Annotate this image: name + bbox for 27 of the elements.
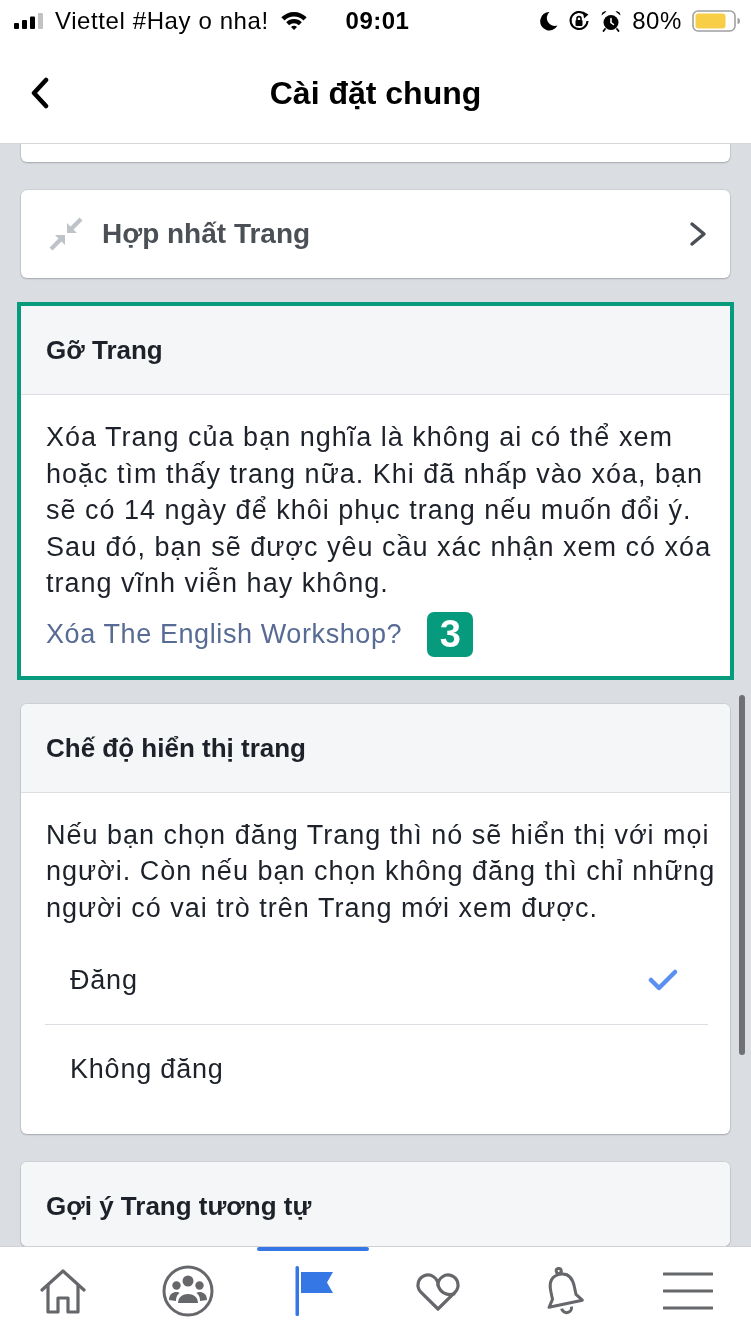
battery-icon xyxy=(692,10,741,32)
delete-page-link[interactable]: Xóa The English Workshop? xyxy=(46,616,403,652)
clock-time: 09:01 xyxy=(344,7,411,35)
signal-icon xyxy=(14,13,44,29)
group-icon xyxy=(161,1264,214,1317)
carrier-name: Viettel #Hay o nha! xyxy=(55,7,269,35)
moon-icon xyxy=(539,11,559,31)
option-row[interactable]: Không đăng xyxy=(45,1024,708,1112)
settings-row[interactable]: Hợp nhất Trang xyxy=(21,190,730,278)
flag-icon xyxy=(292,1265,333,1316)
battery-percentage: 80% xyxy=(632,7,682,35)
section-description: Xóa Trang của bạn nghĩa là không ai có thể xem hoặc tìm thấy trang nữa. Khi đã nhấp vào xóa, bạn sẽ có 14 ngày để khôi phục trang nếu muốn đổi ý. Sau đó, bạn sẽ được yêu cầu xác nhận xem có xóa trang vĩnh viễn hay không. xyxy=(45,421,713,600)
section-description: Nếu bạn chọn đăng Trang thì nó sẽ hiển thị với mọi người. Còn nếu bạn chọn không đăng thì chỉ những người có vai trò trên Trang mới xem được. xyxy=(45,818,717,925)
wifi-icon xyxy=(279,11,308,31)
section-header: Gỡ Trang xyxy=(21,306,730,395)
chevron-left-icon xyxy=(30,76,50,109)
section-header: Gợi ý Trang tương tự xyxy=(21,1162,730,1246)
check-icon xyxy=(648,968,678,992)
page-title: Cài đặt chung xyxy=(269,73,482,113)
alarm-clock-icon xyxy=(600,10,623,32)
menu-icon xyxy=(663,1270,714,1311)
option-row[interactable]: Đăng xyxy=(45,936,708,1024)
section-header: Chế độ hiển thị trang xyxy=(21,703,730,793)
step-number-badge: 3 xyxy=(427,611,474,657)
rotation-lock-icon xyxy=(568,10,591,32)
chevron-right-icon xyxy=(689,221,707,247)
home-icon xyxy=(37,1266,88,1315)
